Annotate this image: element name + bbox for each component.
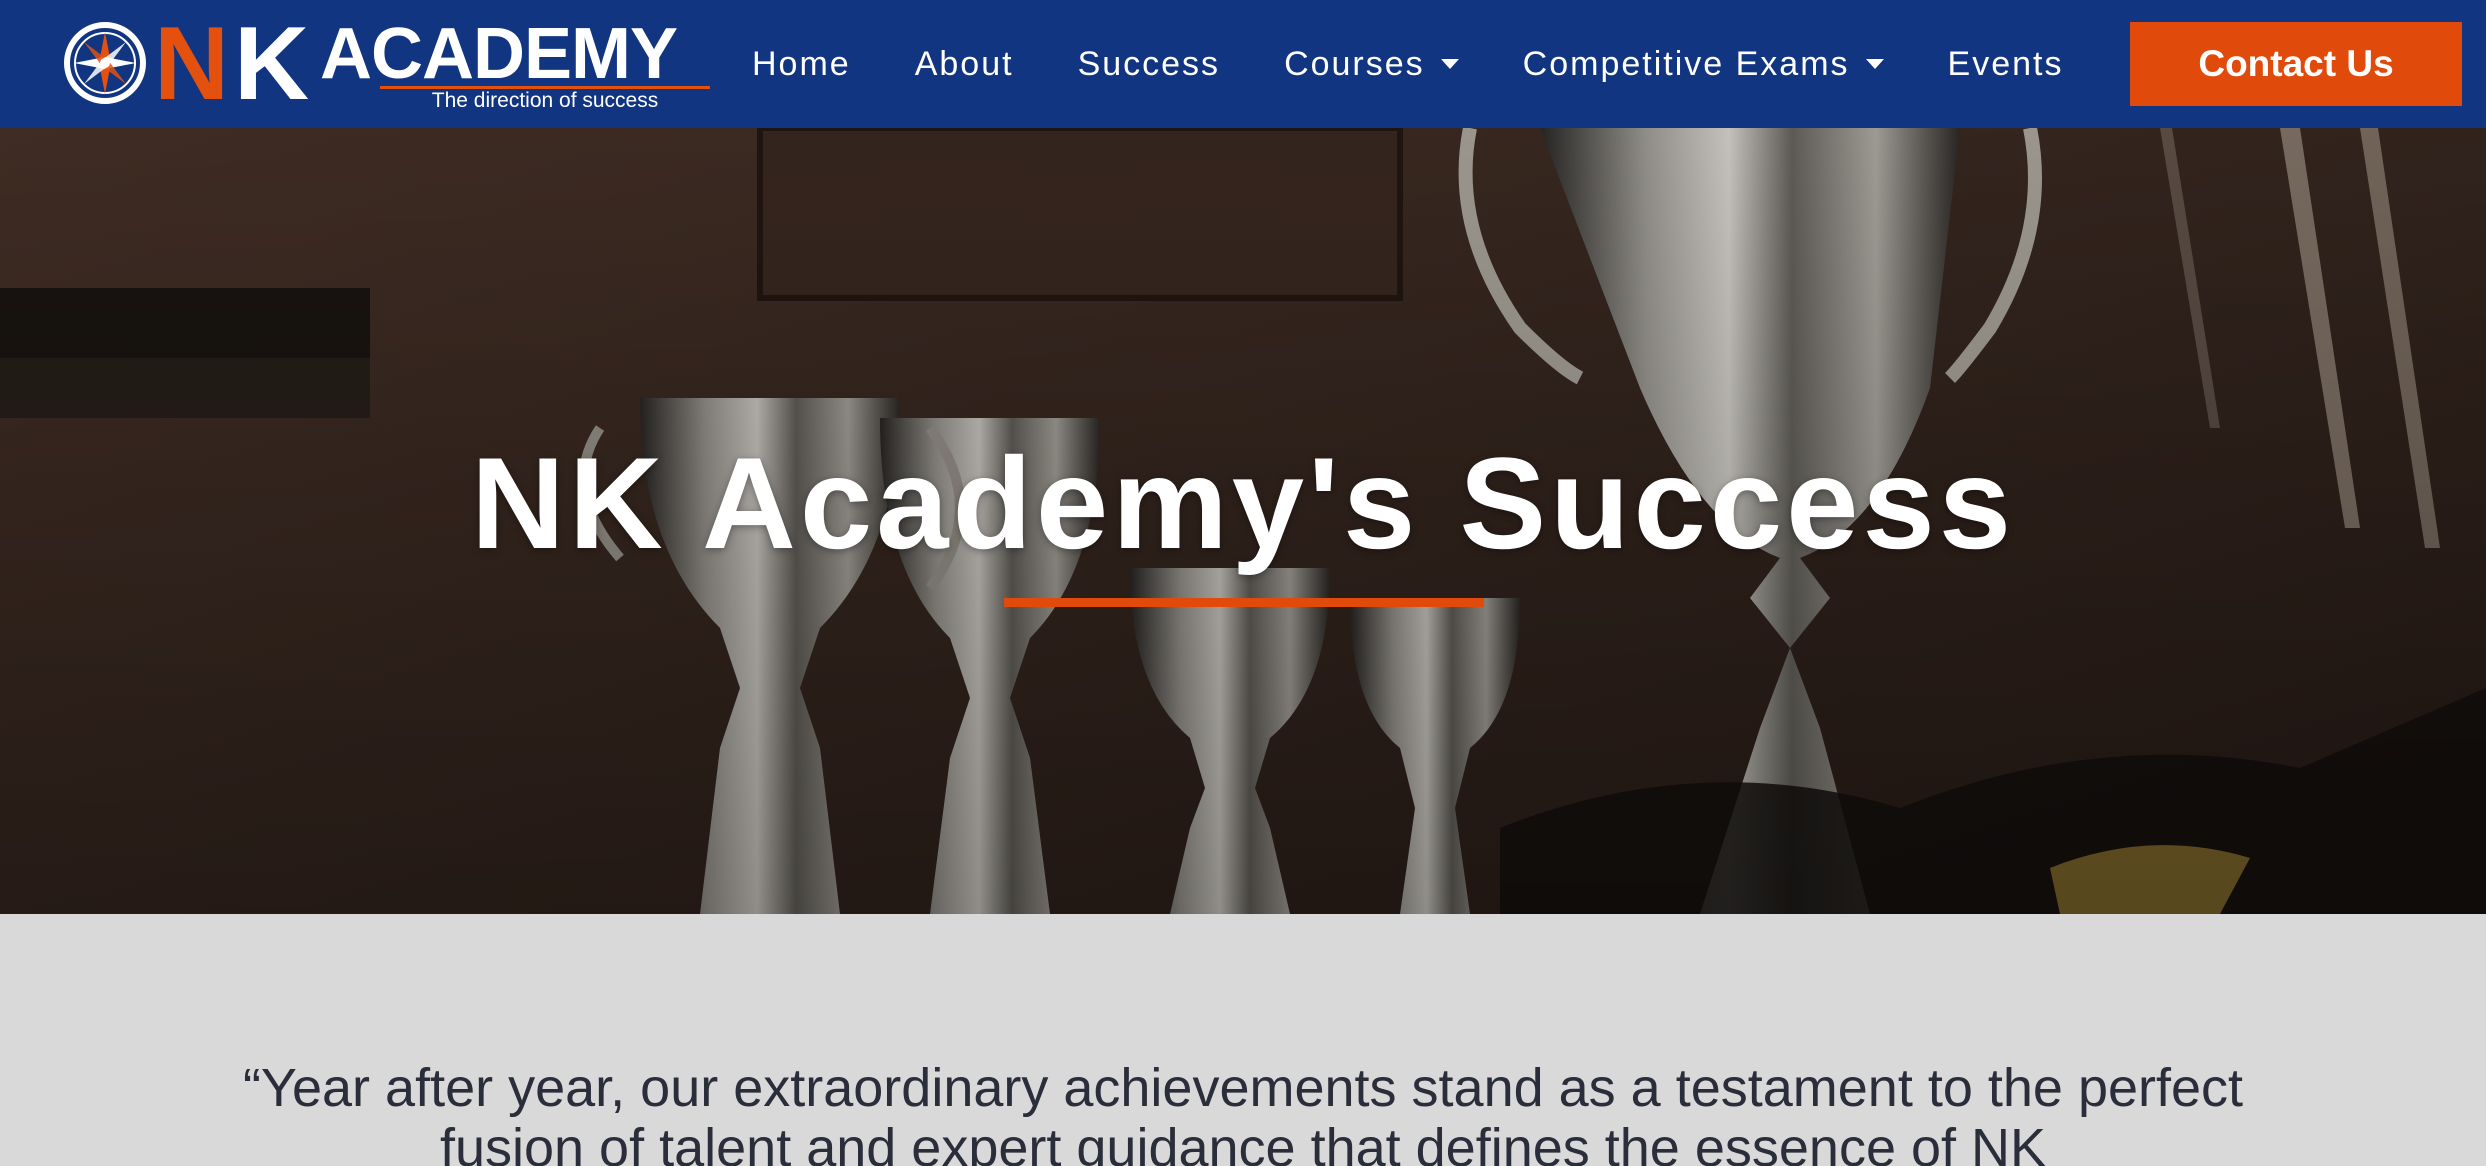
nav-item-events[interactable]: Events xyxy=(1948,45,2064,84)
success-quote-text: “Year after year, our extraordinary achi… xyxy=(242,1058,2244,1166)
main-nav: Home About Success Courses Competitive E… xyxy=(752,0,2128,128)
nav-item-about[interactable]: About xyxy=(915,45,1014,84)
logo-wordmark: ACADEMY xyxy=(320,14,678,94)
compass-icon xyxy=(64,22,146,104)
contact-us-button[interactable]: Contact Us xyxy=(2130,22,2462,106)
nav-item-competitive-exams[interactable]: Competitive Exams xyxy=(1523,45,1884,84)
logo-tagline: The direction of success xyxy=(431,89,659,112)
nav-item-label: About xyxy=(914,44,1014,83)
nav-item-home[interactable]: Home xyxy=(752,45,851,84)
hero-title-underline xyxy=(1004,598,1484,607)
nav-item-courses[interactable]: Courses xyxy=(1284,45,1459,84)
caret-down-icon xyxy=(1440,59,1459,69)
nav-item-success[interactable]: Success xyxy=(1078,45,1221,84)
hero-title: NK Academy's Success xyxy=(470,430,2016,576)
logo-letter-k: K xyxy=(234,6,310,122)
hero-banner: NK Academy's Success xyxy=(0,128,2486,914)
caret-down-icon xyxy=(1865,59,1884,69)
brand-logo[interactable]: N K ACADEMY The direction of success xyxy=(62,12,710,116)
top-navbar: N K ACADEMY The direction of success Hom… xyxy=(0,0,2486,128)
success-quote-section: “Year after year, our extraordinary achi… xyxy=(0,914,2486,1166)
nav-item-label: Home xyxy=(752,44,851,83)
nav-item-label: Success xyxy=(1077,44,1221,83)
nav-item-label: Events xyxy=(1947,44,2064,83)
nav-item-label: Courses xyxy=(1284,44,1425,83)
logo-letter-n: N xyxy=(154,6,230,122)
nav-item-label: Competitive Exams xyxy=(1522,44,1850,83)
